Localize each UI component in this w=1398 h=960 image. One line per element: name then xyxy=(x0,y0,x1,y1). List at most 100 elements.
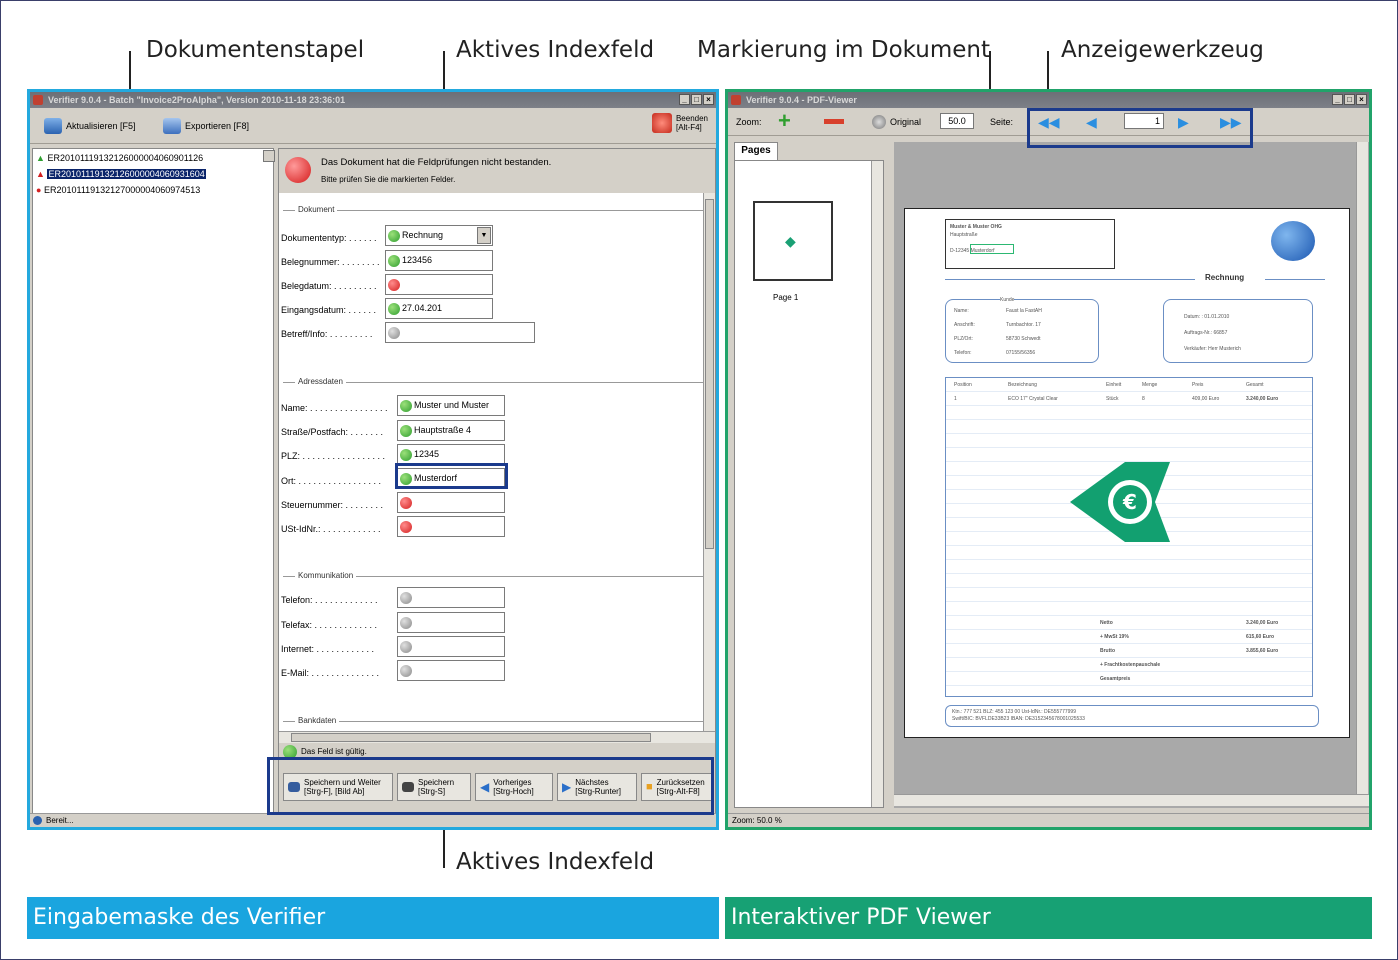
field-email[interactable] xyxy=(397,660,505,681)
document-stack: ▲ ER20101119132126000004060901126 ▲ ER20… xyxy=(32,148,274,814)
doc-street: Hauptstraße xyxy=(950,232,978,238)
label-plz: PLZ: . . . . . . . . . . . . . . . . . xyxy=(281,451,386,461)
minimize-button[interactable]: _ xyxy=(1332,94,1343,105)
field-belegdatum[interactable] xyxy=(385,274,493,295)
form-scrollbar[interactable] xyxy=(703,193,715,731)
table-header: Position xyxy=(954,382,972,388)
info-icon xyxy=(33,816,42,825)
pages-panel: ◆ Page 1 xyxy=(734,160,884,808)
group-kommunikation: Kommunikation xyxy=(283,571,703,580)
field-telefon[interactable] xyxy=(397,587,505,608)
label-belegnummer: Belegnummer: . . . . . . . . xyxy=(281,257,380,267)
maximize-button[interactable]: □ xyxy=(691,94,702,105)
close-button[interactable]: × xyxy=(703,94,714,105)
form-hscroll-thumb[interactable] xyxy=(291,733,651,742)
customer-box: Kunde Name: Faust la FastAH Anschrift: T… xyxy=(945,297,1099,363)
chevron-down-icon[interactable]: ▼ xyxy=(477,227,491,244)
table-cell: ECO 17" Crystal Clear xyxy=(1008,396,1058,402)
document-hscrollbar[interactable] xyxy=(894,794,1369,806)
form-scroll-thumb[interactable] xyxy=(705,199,714,549)
label-internet: Internet: . . . . . . . . . . . . xyxy=(281,644,375,654)
field-strasse[interactable]: Hauptstraße 4 xyxy=(397,420,505,441)
pages-scrollbar[interactable] xyxy=(871,161,883,807)
maximize-button[interactable]: □ xyxy=(1344,94,1355,105)
label-ort: Ort: . . . . . . . . . . . . . . . . . xyxy=(281,476,382,486)
zoom-input[interactable]: 50.0 xyxy=(940,113,974,129)
doc-mwst-value: 615,60 Euro xyxy=(1246,634,1275,640)
quit-button[interactable]: Beenden [Alt-F4] xyxy=(651,113,708,133)
refresh-button[interactable]: Aktualisieren [F5] xyxy=(44,118,136,134)
table-cell: 3.240,00 Euro xyxy=(1246,396,1279,402)
tab-pages[interactable]: Pages xyxy=(734,142,778,160)
error-icon xyxy=(285,157,311,183)
doc-auftrag: Auftrags-Nr.: 66857 xyxy=(1184,330,1228,336)
field-telefax[interactable] xyxy=(397,612,505,633)
document-item[interactable]: ▲ ER20101119132126000004060901126 xyxy=(36,153,203,163)
zoom-out-icon[interactable] xyxy=(824,119,844,124)
doc-footer1: Ktn.: 777 521 BLZ: 455 123 00 Ust-IdNr.:… xyxy=(952,709,1076,715)
message-line2: Bitte prüfen Sie die markierten Felder. xyxy=(321,175,456,184)
quit-label: Beenden [Alt-F4] xyxy=(675,114,708,132)
refresh-icon xyxy=(44,118,62,134)
label-ust: USt-IdNr.: . . . . . . . . . . . . xyxy=(281,524,381,534)
field-ust[interactable] xyxy=(397,516,505,537)
verifier-titlebar[interactable]: Verifier 9.0.4 - Batch "Invoice2ProAlpha… xyxy=(30,92,716,108)
doc-kunde: Kunde xyxy=(1000,297,1015,303)
export-label: Exportieren [F8] xyxy=(185,121,250,131)
field-name[interactable]: Muster und Muster xyxy=(397,395,505,416)
doc-value: Turnbachtor. 17 xyxy=(1006,322,1041,328)
label-steuernummer: Steuernummer: . . . . . . . . xyxy=(281,500,384,510)
document-item[interactable]: ● ER20101119132127000004060974513 xyxy=(36,185,200,195)
heading-rule xyxy=(1265,279,1325,280)
callout-aktives-indexfeld-top: Aktives Indexfeld xyxy=(456,37,655,63)
doc-brutto-value: 3.855,60 Euro xyxy=(1246,648,1279,654)
close-button[interactable]: × xyxy=(1356,94,1367,105)
pdf-viewer-window: Verifier 9.0.4 - PDF-Viewer _ □ × Zoom: … xyxy=(725,89,1372,830)
tree-scroll-up[interactable] xyxy=(263,150,275,162)
label-belegdatum: Belegdatum: . . . . . . . . . xyxy=(281,281,377,291)
doc-value: Faust la FastAH xyxy=(1006,308,1042,314)
callout-markierung: Markierung im Dokument xyxy=(697,37,991,63)
group-dokument: Dokument xyxy=(283,205,703,214)
field-steuernummer[interactable] xyxy=(397,492,505,513)
label-eingangsdatum: Eingangsdatum: . . . . . . xyxy=(281,305,377,315)
field-betreff[interactable] xyxy=(385,322,535,343)
doc-company: Muster & Muster OHG xyxy=(950,224,1002,230)
form-hscrollbar[interactable] xyxy=(279,731,715,743)
field-internet[interactable] xyxy=(397,636,505,657)
zoom-in-icon[interactable]: + xyxy=(778,110,791,132)
doc-verkaeufer: Verkäufer: Herr Musterich xyxy=(1184,346,1241,352)
zoom-label: Zoom: xyxy=(736,117,762,127)
document-view: Muster & Muster OHG Hauptstraße D-12345 … xyxy=(894,142,1369,808)
sender-box: Muster & Muster OHG Hauptstraße D-12345 … xyxy=(945,219,1115,269)
doc-mwst-label: + MwSt 19% xyxy=(1100,634,1129,640)
document-vscrollbar[interactable] xyxy=(1356,142,1368,794)
thumbnail-logo: ◆ xyxy=(785,233,796,249)
doc-label: Name: xyxy=(954,308,969,314)
status-text: Bereit... xyxy=(46,816,74,825)
table-cell: 8 xyxy=(1142,396,1145,402)
field-plz[interactable]: 12345 xyxy=(397,444,505,465)
doc-label: PLZ/Ort: xyxy=(954,336,973,342)
group-bankdaten: Bankdaten xyxy=(283,716,703,725)
label-name: Name: . . . . . . . . . . . . . . . . xyxy=(281,403,388,413)
verifier-toolbar: Aktualisieren [F5] Exportieren [F8] Been… xyxy=(30,108,716,144)
export-button[interactable]: Exportieren [F8] xyxy=(163,118,249,134)
original-size-icon[interactable] xyxy=(872,115,886,129)
group-adressdaten: Adressdaten xyxy=(283,377,703,386)
table-header: Bezeichnung xyxy=(1008,382,1037,388)
field-eingangsdatum[interactable]: 27.04.201 xyxy=(385,298,493,319)
field-belegnummer[interactable]: 123456 xyxy=(385,250,493,271)
viewer-titlebar[interactable]: Verifier 9.0.4 - PDF-Viewer _ □ × xyxy=(728,92,1369,108)
doc-label: Telefon: xyxy=(954,350,972,356)
table-cell: Stück xyxy=(1106,396,1119,402)
field-dokumententyp[interactable]: Rechnung ▼ xyxy=(385,225,493,246)
document-item-selected[interactable]: ▲ ER20101119132126000004060931604 xyxy=(36,169,206,179)
label-strasse: Straße/Postfach: . . . . . . . xyxy=(281,427,384,437)
callout-aktives-indexfeld-bottom: Aktives Indexfeld xyxy=(456,849,655,875)
minimize-button[interactable]: _ xyxy=(679,94,690,105)
label-dokumententyp: Dokumententyp: . . . . . . xyxy=(281,233,377,243)
table-header: Preis xyxy=(1192,382,1204,388)
globe-logo xyxy=(1271,221,1315,261)
page-thumbnail[interactable]: ◆ xyxy=(753,201,833,281)
